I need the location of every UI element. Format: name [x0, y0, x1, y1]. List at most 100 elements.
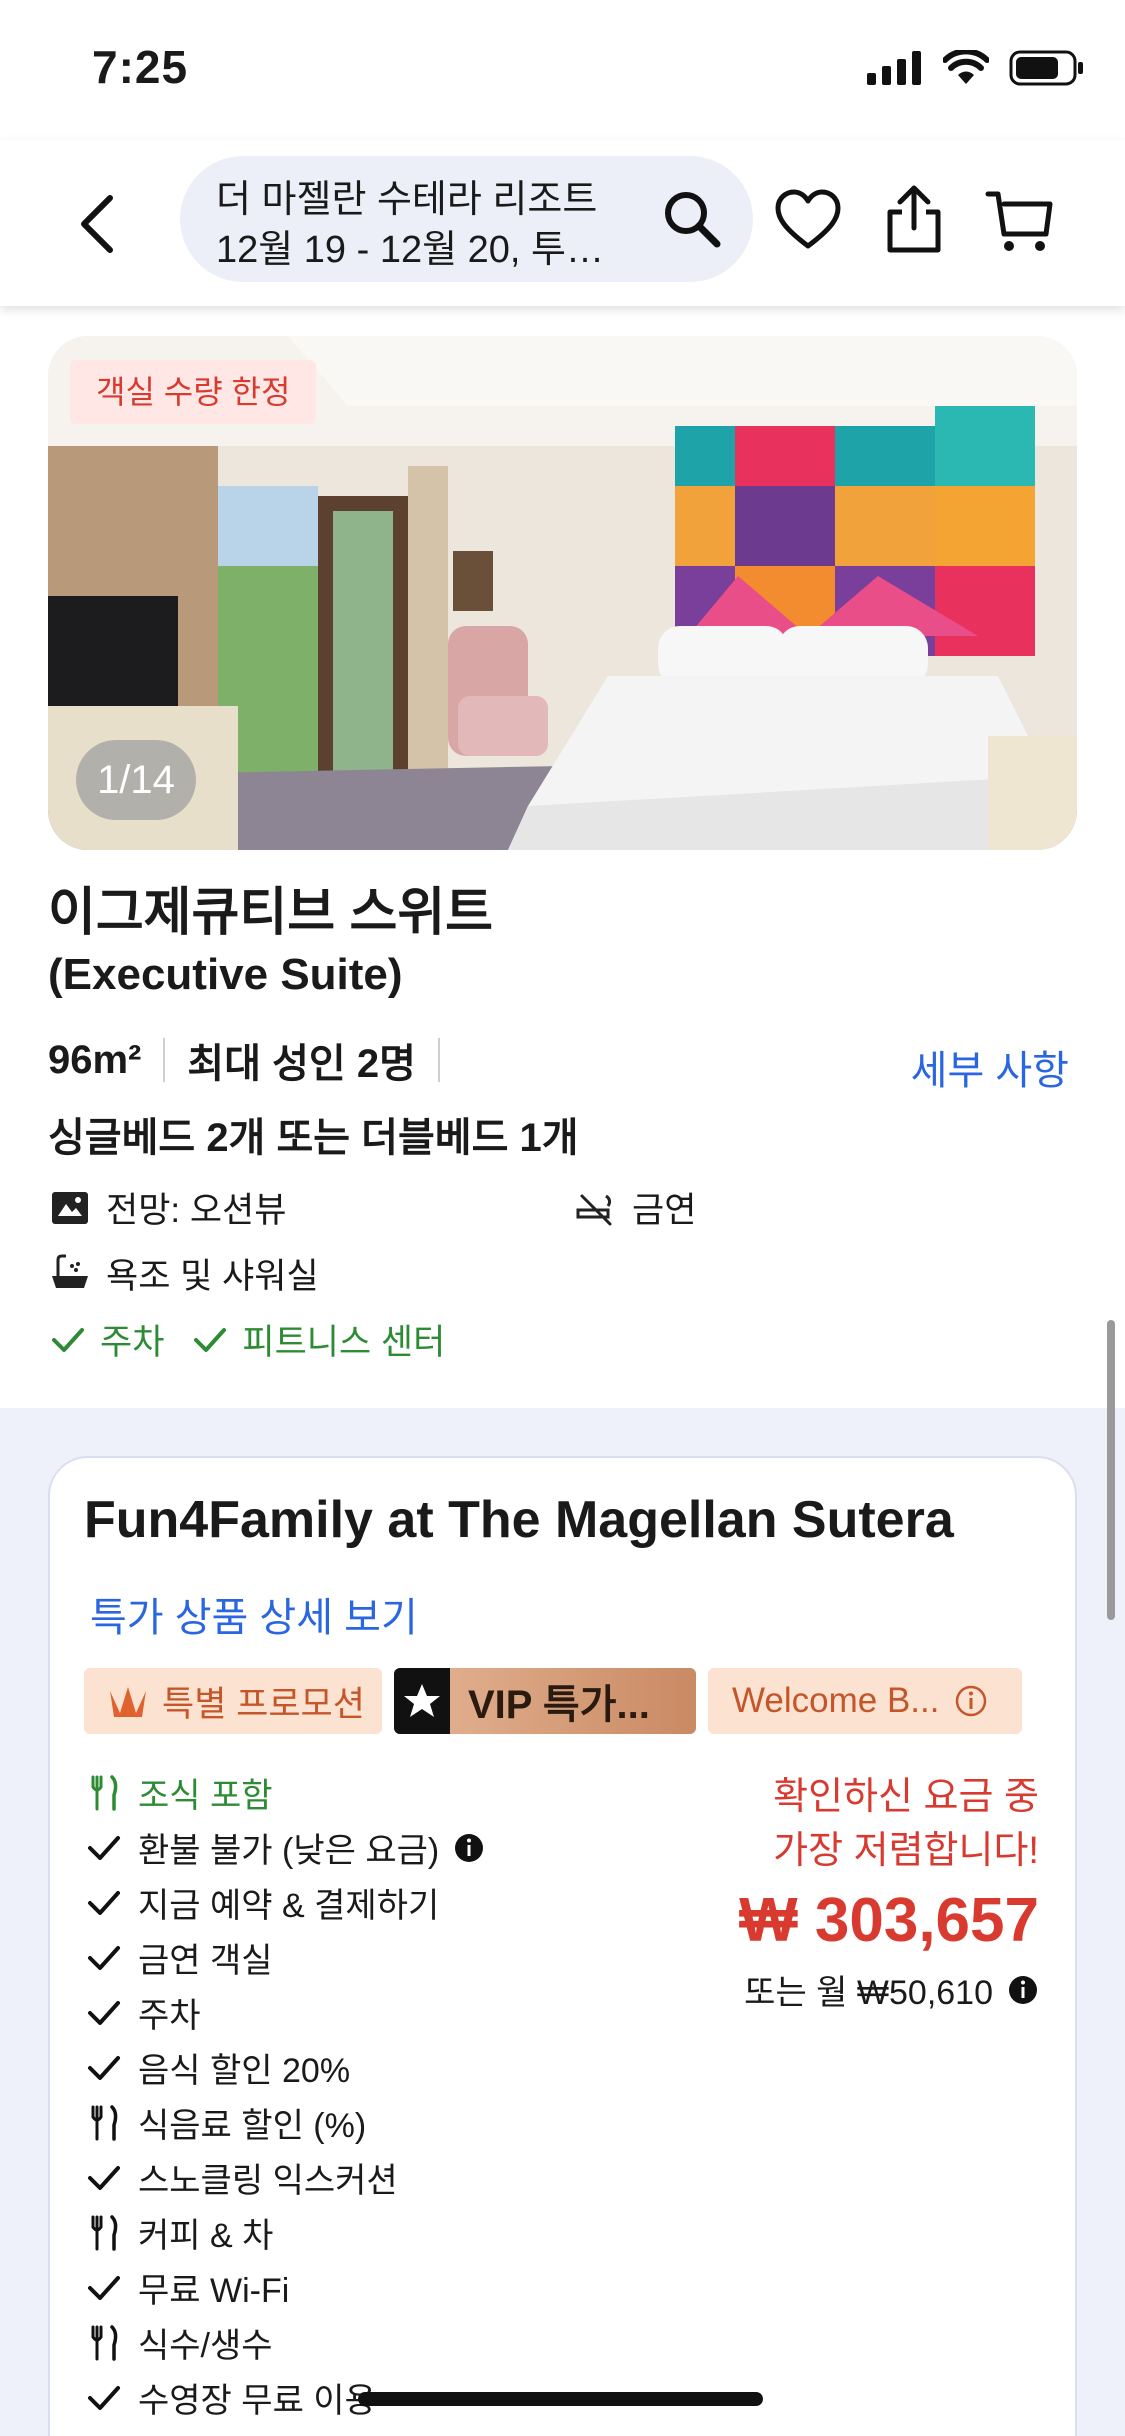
meta-divider	[437, 1038, 440, 1082]
feature-item: 음식 할인 20%	[84, 2040, 684, 2095]
limited-rooms-badge: 객실 수량 한정	[70, 360, 317, 424]
amenity-view: 전망: 오션뷰	[48, 1182, 286, 1233]
feature-item: 식음료 할인 (%)	[84, 2095, 684, 2150]
info-icon[interactable]	[1007, 1974, 1039, 2006]
view-icon	[52, 1191, 88, 1224]
check-icon	[88, 2385, 120, 2410]
amenity-label: 금연	[632, 1191, 697, 1230]
back-button[interactable]	[60, 184, 140, 264]
amenity-bath: 욕조 및 샤워실	[48, 1248, 319, 1299]
feature-label: 금연 객실	[138, 1942, 273, 1980]
check-icon	[88, 2165, 120, 2190]
room-photo[interactable]: 객실 수량 한정 1/14	[48, 336, 1077, 850]
info-icon[interactable]	[453, 1832, 485, 1864]
cheapest-line-1: 확인하신 요금 중	[773, 1776, 1039, 1818]
cellular-signal-icon	[867, 51, 921, 85]
room-size: 96m²	[48, 1037, 142, 1082]
special-promotion-chip[interactable]: 특별 프로모션	[84, 1668, 382, 1734]
check-icon	[88, 1890, 120, 1915]
deal-features-list: 조식 포함 환불 불가 (낮은 요금) 지금 예약 & 결제하기 금연 객실 주…	[84, 1765, 684, 2425]
deal-details-link[interactable]: 특가 상품 상세 보기	[90, 1585, 418, 1643]
search-hotel-name: 더 마젤란 수테라 리조트	[216, 179, 598, 221]
search-summary-pill[interactable]: 더 마젤란 수테라 리조트 12월 19 - 12월 20, 투…	[180, 156, 753, 282]
feature-label: 조식 포함	[138, 1777, 273, 1815]
amenity-non-smoking: 금연	[574, 1182, 696, 1233]
feature-item: 스노클링 익스커션	[84, 2150, 684, 2205]
deal-price: ₩ 303,657	[739, 1886, 1039, 1955]
chevron-left-icon	[81, 195, 113, 253]
monthly-price: 또는 월 ₩50,610	[744, 1965, 1039, 2014]
feature-label: 무료 Wi-Fi	[138, 2272, 290, 2310]
amenity-label: 욕조 및 샤워실	[106, 1257, 319, 1296]
feature-label: 지금 예약 & 결제하기	[138, 1887, 440, 1925]
star-icon	[404, 1684, 440, 1717]
chip-label: Welcome B...	[732, 1681, 940, 1720]
top-nav-bar: 더 마젤란 수테라 리조트 12월 19 - 12월 20, 투…	[0, 140, 1125, 306]
check-icon	[52, 1327, 84, 1352]
feature-item: 커피 & 차	[84, 2205, 684, 2260]
no-smoking-icon	[576, 1194, 612, 1225]
included-label: 주차	[100, 1323, 165, 1362]
feature-item: 조식 포함	[84, 1765, 684, 1820]
bed-info: 싱글베드 2개 또는 더블베드 1개	[48, 1116, 579, 1160]
search-dates: 12월 19 - 12월 20, 투…	[216, 229, 604, 271]
bath-icon	[52, 1254, 88, 1288]
feature-label: 환불 불가 (낮은 요금)	[138, 1832, 440, 1870]
feature-label: 수영장 무료 이용	[138, 2382, 376, 2420]
feature-label: 음식 할인 20%	[138, 2052, 351, 2090]
cheapest-line-2: 가장 저렴합니다!	[773, 1830, 1039, 1872]
check-icon	[88, 1835, 120, 1860]
battery-icon	[1009, 50, 1083, 86]
vip-deal-chip[interactable]: VIP 특가...	[394, 1668, 696, 1734]
included-item: 주차	[48, 1314, 164, 1365]
hotel-room-page: 7:25 더 마젤란 수테라 리조트 12월 19 - 12월 20, 투… 객…	[0, 0, 1125, 2436]
monthly-price-text: 또는 월 ₩50,610	[744, 1974, 993, 2012]
feature-item: 환불 불가 (낮은 요금)	[84, 1820, 684, 1875]
search-icon	[665, 192, 721, 248]
cheapest-notice: 확인하신 요금 중 가장 저렴합니다!	[773, 1770, 1039, 1878]
room-subtitle: (Executive Suite)	[48, 950, 403, 999]
feature-item: 무료 Wi-Fi	[84, 2260, 684, 2315]
photo-counter: 1/14	[76, 740, 196, 820]
status-icons	[867, 48, 1085, 88]
utensils-icon	[91, 2214, 118, 2251]
feature-item: 식수/생수	[84, 2315, 684, 2370]
info-outline-icon	[956, 1685, 987, 1717]
feature-label: 식음료 할인 (%)	[138, 2107, 367, 2145]
welcome-benefit-chip[interactable]: Welcome B...	[708, 1668, 1022, 1734]
room-title: 이그제큐티브 스위트	[48, 884, 494, 942]
check-icon	[88, 1945, 120, 1970]
utensils-icon	[91, 2104, 118, 2141]
amenity-label: 전망: 오션뷰	[106, 1191, 287, 1230]
feature-label: 식수/생수	[138, 2327, 273, 2365]
home-indicator[interactable]	[358, 2392, 763, 2406]
room-capacity: 최대 성인 2명	[187, 1042, 416, 1086]
feature-item: 지금 예약 & 결제하기	[84, 1875, 684, 1930]
check-icon	[88, 2055, 120, 2080]
check-icon	[88, 2000, 120, 2025]
heart-icon[interactable]	[770, 182, 846, 258]
deal-title: Fun4Family at The Magellan Sutera	[84, 1491, 954, 1549]
included-label: 피트니스 센터	[242, 1323, 446, 1362]
crown-icon	[110, 1687, 146, 1717]
share-icon[interactable]	[876, 182, 952, 258]
wifi-icon	[943, 50, 989, 84]
included-item: 피트니스 센터	[190, 1314, 445, 1365]
check-icon	[88, 2275, 120, 2300]
feature-label: 스노클링 익스커션	[138, 2162, 398, 2200]
feature-item: 주차	[84, 1985, 684, 2040]
status-time: 7:25	[92, 41, 189, 93]
feature-label: 주차	[138, 1997, 201, 2035]
cart-icon[interactable]	[982, 182, 1058, 258]
chip-label: VIP 특가...	[468, 1683, 650, 1727]
room-meta: 96m² 최대 성인 2명	[48, 1030, 462, 1090]
room-details-link[interactable]: 세부 사항	[911, 1038, 1069, 1096]
meta-divider	[163, 1038, 166, 1082]
chip-label: 특별 프로모션	[162, 1684, 365, 1724]
feature-label: 커피 & 차	[138, 2217, 274, 2255]
check-icon	[194, 1327, 227, 1352]
utensils-icon	[91, 1774, 118, 1811]
star-icon-box	[394, 1668, 450, 1734]
scrollbar[interactable]	[1107, 1320, 1115, 1620]
utensils-icon	[91, 2324, 118, 2361]
